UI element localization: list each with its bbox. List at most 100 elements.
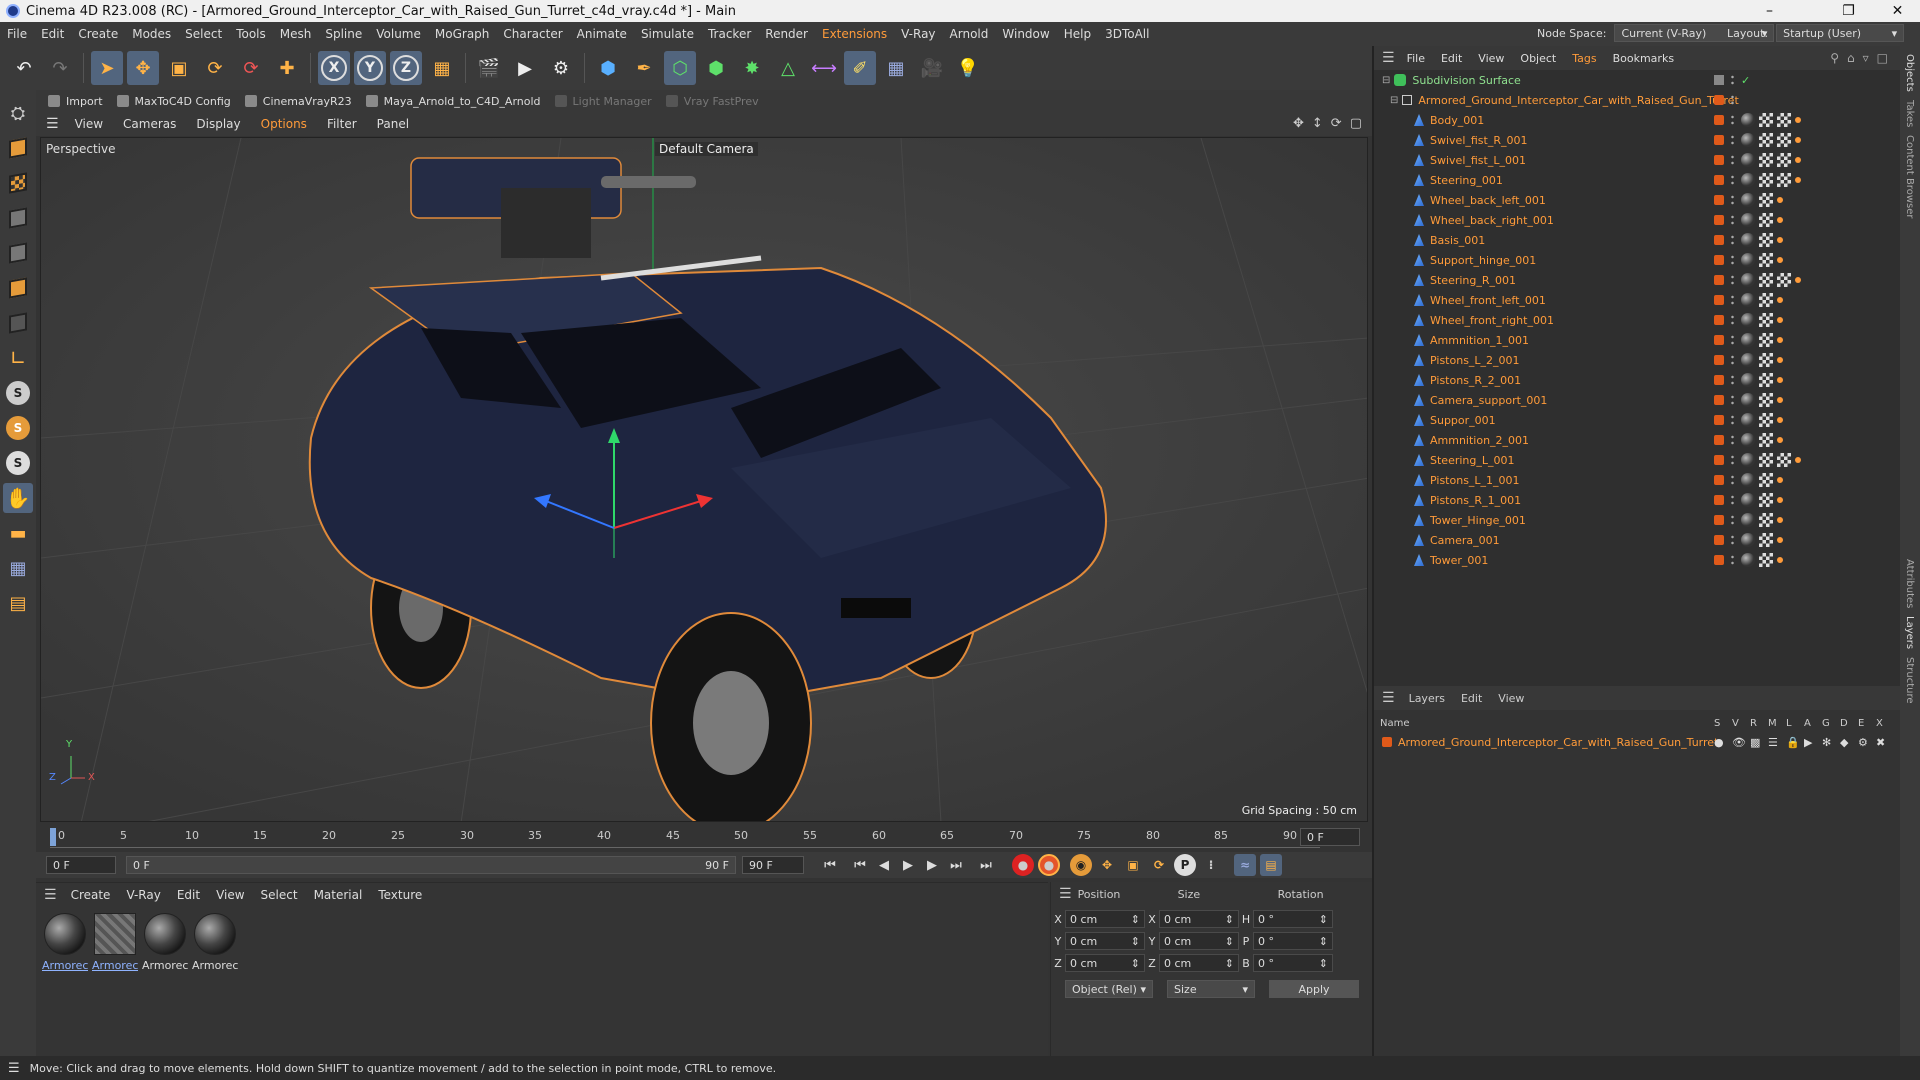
- size-mode-dropdown[interactable]: Size ▾: [1167, 980, 1255, 998]
- object-row[interactable]: Pistons_L_1_001: [1374, 470, 1900, 490]
- visibility-dots-icon[interactable]: [1730, 354, 1735, 366]
- viewport-menu-cameras[interactable]: Cameras: [113, 117, 186, 131]
- visibility-dots-icon[interactable]: [1730, 214, 1735, 226]
- object-row[interactable]: Wheel_front_right_001: [1374, 310, 1900, 330]
- redo-button[interactable]: ↷: [44, 51, 76, 85]
- measure-button[interactable]: ⟷: [808, 51, 840, 85]
- material-swatch[interactable]: Armorec: [142, 913, 188, 972]
- visibility-dots-icon[interactable]: [1730, 234, 1735, 246]
- cube-button[interactable]: ⬢: [592, 51, 624, 85]
- object-row[interactable]: Tower_Hinge_001: [1374, 510, 1900, 530]
- layout-dropdown[interactable]: Startup (User) ▾: [1776, 24, 1905, 42]
- uvw-tag-icon[interactable]: [1759, 393, 1773, 407]
- visibility-dots-icon[interactable]: [1730, 274, 1735, 286]
- uvw-tag-icon[interactable]: [1759, 153, 1773, 167]
- material-tag-icon[interactable]: [1777, 397, 1783, 403]
- visibility-dots-icon[interactable]: [1730, 94, 1735, 106]
- menu-spline[interactable]: Spline: [318, 27, 369, 41]
- check-icon[interactable]: ✓: [1741, 74, 1750, 87]
- visibility-dots-icon[interactable]: [1730, 494, 1735, 506]
- material-tag-icon[interactable]: [1777, 197, 1783, 203]
- phong-tag-icon[interactable]: [1741, 473, 1755, 487]
- frame-range-slider[interactable]: 0 F 90 F: [126, 856, 736, 874]
- material-tag-icon[interactable]: [1777, 537, 1783, 543]
- object-row[interactable]: Wheel_front_left_001: [1374, 290, 1900, 310]
- phong-tag-icon[interactable]: [1741, 413, 1755, 427]
- pen-button[interactable]: ✒: [628, 51, 660, 85]
- xref-icon[interactable]: ✖: [1876, 736, 1894, 749]
- plugin-cinemavray[interactable]: CinemaVrayR23: [244, 95, 352, 108]
- phong-tag-icon[interactable]: [1741, 493, 1755, 507]
- material-tag-icon[interactable]: [1777, 317, 1783, 323]
- phong-tag-icon[interactable]: [1741, 293, 1755, 307]
- stepper-icon[interactable]: ⇕: [1319, 957, 1328, 970]
- material-tag-icon[interactable]: [1777, 377, 1783, 383]
- polygon-mode-button[interactable]: [3, 273, 33, 303]
- position-key-button[interactable]: ✥: [1096, 854, 1118, 876]
- menu-tracker[interactable]: Tracker: [701, 27, 758, 41]
- solo-icon[interactable]: ●: [1714, 736, 1732, 749]
- layer-row[interactable]: Armored_Ground_Interceptor_Car_with_Rais…: [1374, 732, 1900, 752]
- object-menu-tags[interactable]: Tags: [1564, 52, 1604, 65]
- hamburger-icon[interactable]: ☰: [46, 116, 59, 132]
- subdivision-button[interactable]: ⬡: [664, 51, 696, 85]
- menu-window[interactable]: Window: [995, 27, 1056, 41]
- maximize-button[interactable]: ❐: [1826, 0, 1871, 22]
- keyframe-selection-button[interactable]: ◉: [1070, 854, 1092, 876]
- material-tag-icon[interactable]: [1795, 177, 1801, 183]
- deformer-button[interactable]: △: [772, 51, 804, 85]
- visibility-dots-icon[interactable]: [1730, 174, 1735, 186]
- object-row[interactable]: Pistons_R_2_001: [1374, 370, 1900, 390]
- stepper-icon[interactable]: ⇕: [1131, 957, 1140, 970]
- phong-tag-icon[interactable]: [1741, 113, 1755, 127]
- layer-color-icon[interactable]: [1714, 215, 1724, 225]
- uvw-tag-icon[interactable]: [1759, 433, 1773, 447]
- layer-menu-layers[interactable]: Layers: [1401, 692, 1453, 705]
- menu-3dtoall[interactable]: 3DToAll: [1098, 27, 1156, 41]
- edge-mode-button[interactable]: [3, 238, 33, 268]
- texture-tag-icon[interactable]: [1777, 153, 1791, 167]
- coordinate-mode-dropdown[interactable]: Object (Rel) ▾: [1065, 980, 1153, 998]
- stepper-icon[interactable]: ⇕: [1225, 935, 1234, 948]
- material-tag-icon[interactable]: [1777, 237, 1783, 243]
- go-to-end-button[interactable]: ⏭: [974, 854, 998, 876]
- layer-color-icon[interactable]: [1714, 195, 1724, 205]
- tab-objects[interactable]: Objects: [1904, 54, 1915, 92]
- material-tag-icon[interactable]: [1795, 277, 1801, 283]
- object-row[interactable]: Pistons_R_1_001: [1374, 490, 1900, 510]
- camera-label[interactable]: Default Camera: [655, 142, 758, 156]
- uv-mode-button[interactable]: [3, 308, 33, 338]
- tree-row-root[interactable]: ⊟ Subdivision Surface ✓: [1374, 70, 1900, 90]
- phong-tag-icon[interactable]: [1741, 373, 1755, 387]
- uvw-tag-icon[interactable]: [1759, 113, 1773, 127]
- visibility-dots-icon[interactable]: [1730, 194, 1735, 206]
- uvw-tag-icon[interactable]: [1759, 213, 1773, 227]
- quantize-button[interactable]: S: [3, 448, 33, 478]
- hamburger-icon[interactable]: ☰: [1382, 690, 1395, 706]
- visibility-dots-icon[interactable]: [1730, 314, 1735, 326]
- coordinate-system-button[interactable]: ▦: [426, 51, 458, 85]
- close-button[interactable]: ✕: [1875, 0, 1920, 22]
- rotation-h-field[interactable]: 0 ° ⇕: [1253, 910, 1333, 928]
- layer-color-icon[interactable]: [1714, 515, 1724, 525]
- material-menu-view[interactable]: View: [208, 888, 252, 902]
- go-to-start-button[interactable]: ⏮: [818, 854, 842, 876]
- live-selection-button[interactable]: ➤: [91, 51, 123, 85]
- visibility-dots-icon[interactable]: [1730, 514, 1735, 526]
- object-row[interactable]: Tower_001: [1374, 550, 1900, 570]
- phong-tag-icon[interactable]: [1741, 153, 1755, 167]
- material-tag-icon[interactable]: [1777, 497, 1783, 503]
- stepper-icon[interactable]: ⇕: [1131, 913, 1140, 926]
- expression-icon[interactable]: ⚙: [1858, 736, 1876, 749]
- current-frame-field[interactable]: 0 F: [1300, 828, 1360, 846]
- hamburger-icon[interactable]: ☰: [1382, 50, 1395, 66]
- phong-tag-icon[interactable]: [1741, 353, 1755, 367]
- sketch-button[interactable]: ✐: [844, 51, 876, 85]
- layer-color-icon[interactable]: [1382, 737, 1392, 747]
- object-menu-object[interactable]: Object: [1512, 52, 1564, 65]
- light-button[interactable]: 💡: [952, 51, 984, 85]
- uvw-tag-icon[interactable]: [1759, 413, 1773, 427]
- menu-character[interactable]: Character: [496, 27, 569, 41]
- minimize-button[interactable]: –: [1747, 0, 1792, 22]
- orbit-icon[interactable]: ⟳: [1331, 116, 1342, 131]
